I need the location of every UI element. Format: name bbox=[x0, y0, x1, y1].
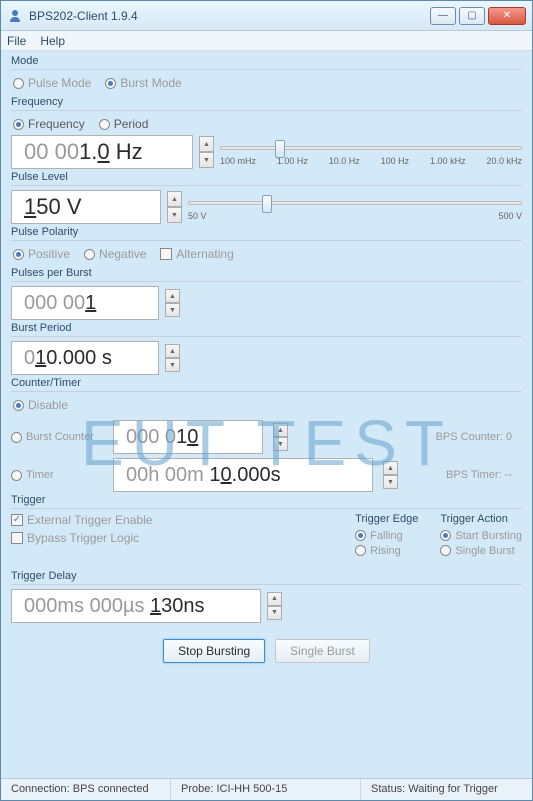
status-probe: Probe: ICI-HH 500-15 bbox=[171, 779, 361, 800]
stop-bursting-button[interactable]: Stop Bursting bbox=[163, 639, 265, 663]
bps-counter-label: BPS Counter: 0 bbox=[436, 431, 512, 443]
burst-counter-value[interactable]: 000 010 bbox=[113, 420, 263, 454]
mode-title: Mode bbox=[11, 55, 522, 67]
group-trigger: Trigger External Trigger Enable Bypass T… bbox=[11, 494, 522, 623]
radio-period[interactable]: Period bbox=[99, 117, 149, 131]
chevron-up-icon[interactable]: ▲ bbox=[199, 136, 214, 152]
app-window: BPS202-Client 1.9.4 — ▢ ✕ File Help Mode… bbox=[0, 0, 533, 801]
radio-start-bursting[interactable]: Start Bursting bbox=[440, 530, 522, 542]
chevron-down-icon[interactable]: ▼ bbox=[383, 475, 398, 489]
checkbox-alternating[interactable]: Alternating bbox=[160, 247, 233, 261]
trigger-delay-spinner[interactable]: ▲▼ bbox=[267, 592, 282, 620]
chevron-up-icon[interactable]: ▲ bbox=[267, 592, 282, 606]
pulse-level-title: Pulse Level bbox=[11, 171, 522, 183]
timer-value[interactable]: 00h 00m 10.000s bbox=[113, 458, 373, 492]
group-frequency: Frequency Frequency Period 00 001.0 Hz ▲… bbox=[11, 96, 522, 169]
burst-period-value[interactable]: 010.000 s bbox=[11, 341, 159, 375]
status-status: Status: Waiting for Trigger bbox=[361, 779, 532, 800]
ppb-title: Pulses per Burst bbox=[11, 267, 522, 279]
minimize-button[interactable]: — bbox=[430, 7, 456, 25]
trigger-edge-col: Trigger Edge Falling Rising bbox=[355, 513, 418, 560]
trigger-delay-title: Trigger Delay bbox=[11, 570, 522, 582]
burst-counter-spinner[interactable]: ▲▼ bbox=[273, 423, 288, 451]
frequency-title: Frequency bbox=[11, 96, 522, 108]
counter-title: Counter/Timer bbox=[11, 377, 522, 389]
radio-falling[interactable]: Falling bbox=[355, 530, 402, 542]
radio-disable[interactable]: Disable bbox=[13, 398, 68, 412]
single-burst-button[interactable]: Single Burst bbox=[275, 639, 370, 663]
menu-file[interactable]: File bbox=[7, 34, 26, 48]
client-area: Mode Pulse Mode Burst Mode Frequency Fre… bbox=[1, 51, 532, 761]
group-mode: Mode Pulse Mode Burst Mode bbox=[11, 55, 522, 94]
chevron-up-icon[interactable]: ▲ bbox=[273, 423, 288, 437]
close-button[interactable]: ✕ bbox=[488, 7, 526, 25]
chevron-up-icon[interactable]: ▲ bbox=[167, 191, 182, 207]
pulse-level-value[interactable]: 150 V bbox=[11, 190, 161, 224]
radio-burst-counter[interactable]: Burst Counter bbox=[11, 431, 103, 443]
burst-period-spinner[interactable]: ▲▼ bbox=[165, 344, 180, 372]
ppb-value[interactable]: 000 001 bbox=[11, 286, 159, 320]
maximize-button[interactable]: ▢ bbox=[459, 7, 485, 25]
trigger-delay-value[interactable]: 000ms 000µs 130ns bbox=[11, 589, 261, 623]
chevron-down-icon[interactable]: ▼ bbox=[199, 152, 214, 168]
radio-burst-mode[interactable]: Burst Mode bbox=[105, 76, 181, 90]
group-pulses-per-burst: Pulses per Burst 000 001 ▲▼ bbox=[11, 267, 522, 320]
frequency-slider[interactable]: 100 mHz 1.00 Hz 10.0 Hz 100 Hz 1.00 kHz … bbox=[220, 138, 522, 166]
radio-pulse-mode[interactable]: Pulse Mode bbox=[13, 76, 91, 90]
bps-timer-label: BPS Timer: -- bbox=[446, 469, 512, 481]
group-burst-period: Burst Period 010.000 s ▲▼ bbox=[11, 322, 522, 375]
burst-period-title: Burst Period bbox=[11, 322, 522, 334]
timer-spinner[interactable]: ▲▼ bbox=[383, 461, 398, 489]
window-title: BPS202-Client 1.9.4 bbox=[29, 9, 430, 23]
polarity-title: Pulse Polarity bbox=[11, 226, 522, 238]
radio-negative[interactable]: Negative bbox=[84, 247, 146, 261]
menubar: File Help bbox=[1, 31, 532, 51]
checkbox-bypass[interactable]: Bypass Trigger Logic bbox=[11, 531, 139, 545]
radio-rising[interactable]: Rising bbox=[355, 545, 401, 557]
group-pulse-level: Pulse Level 150 V ▲▼ 50 V500 V bbox=[11, 171, 522, 224]
status-bar: Connection: BPS connected Probe: ICI-HH … bbox=[1, 778, 532, 800]
chevron-down-icon[interactable]: ▼ bbox=[167, 207, 182, 223]
chevron-down-icon[interactable]: ▼ bbox=[165, 358, 180, 372]
group-polarity: Pulse Polarity Positive Negative Alterna… bbox=[11, 226, 522, 265]
checkbox-ext-trigger[interactable]: External Trigger Enable bbox=[11, 513, 152, 527]
radio-positive[interactable]: Positive bbox=[13, 247, 70, 261]
radio-single-burst-action[interactable]: Single Burst bbox=[440, 545, 514, 557]
pulse-level-spinner[interactable]: ▲▼ bbox=[167, 191, 182, 223]
chevron-down-icon[interactable]: ▼ bbox=[267, 606, 282, 620]
trigger-action-col: Trigger Action Start Bursting Single Bur… bbox=[440, 513, 522, 560]
status-connection: Connection: BPS connected bbox=[1, 779, 171, 800]
menu-help[interactable]: Help bbox=[40, 34, 65, 48]
titlebar[interactable]: BPS202-Client 1.9.4 — ▢ ✕ bbox=[1, 1, 532, 31]
frequency-spinner[interactable]: ▲▼ bbox=[199, 136, 214, 168]
pulse-level-slider[interactable]: 50 V500 V bbox=[188, 193, 522, 221]
app-icon bbox=[7, 8, 23, 24]
chevron-down-icon[interactable]: ▼ bbox=[273, 437, 288, 451]
chevron-up-icon[interactable]: ▲ bbox=[383, 461, 398, 475]
radio-frequency[interactable]: Frequency bbox=[13, 117, 85, 131]
ppb-spinner[interactable]: ▲▼ bbox=[165, 289, 180, 317]
group-counter-timer: Counter/Timer Disable Burst Counter 000 … bbox=[11, 377, 522, 492]
chevron-down-icon[interactable]: ▼ bbox=[165, 303, 180, 317]
radio-timer[interactable]: Timer bbox=[11, 469, 103, 481]
chevron-up-icon[interactable]: ▲ bbox=[165, 344, 180, 358]
trigger-title: Trigger bbox=[11, 494, 522, 506]
frequency-value[interactable]: 00 001.0 Hz bbox=[11, 135, 193, 169]
chevron-up-icon[interactable]: ▲ bbox=[165, 289, 180, 303]
